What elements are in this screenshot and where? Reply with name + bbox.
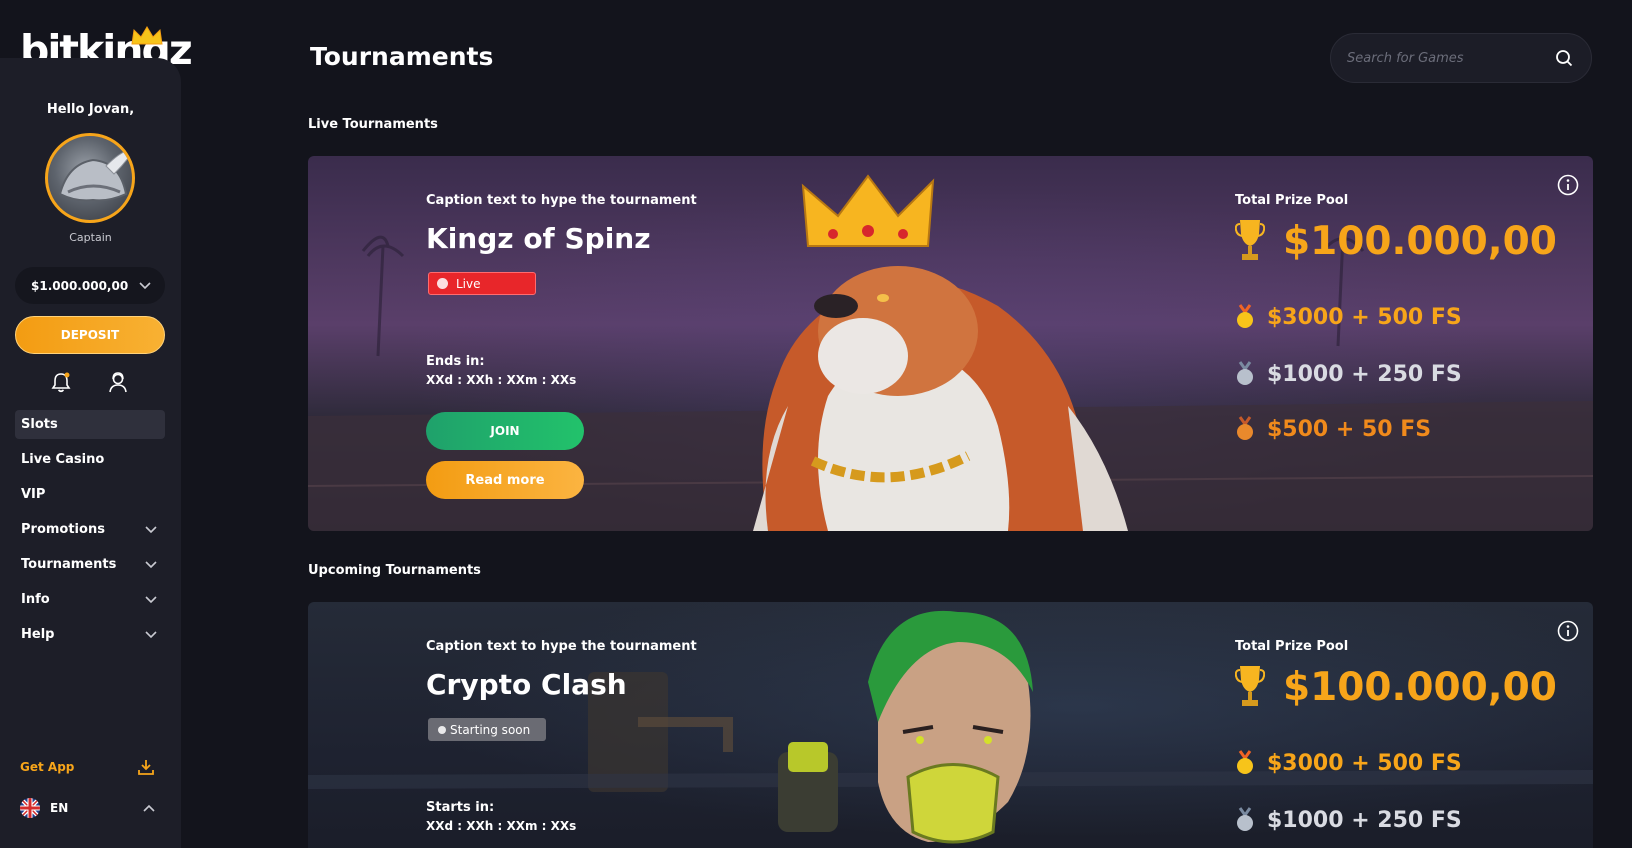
sidebar-nav: Slots Live Casino VIP Promotions Tournam… bbox=[15, 410, 165, 655]
prize-second: $1000 + 250 FS bbox=[1235, 361, 1462, 387]
prize-amount: $3000 + 500 FS bbox=[1267, 750, 1462, 776]
timer-label: Ends in: bbox=[426, 354, 485, 369]
nav-label: Info bbox=[21, 592, 50, 607]
sidebar-item-help[interactable]: Help bbox=[15, 620, 165, 649]
trophy-icon bbox=[1235, 220, 1265, 260]
nav-label: Slots bbox=[21, 417, 58, 432]
get-app-label: Get App bbox=[20, 760, 75, 774]
sidebar-item-live-casino[interactable]: Live Casino bbox=[15, 445, 165, 474]
starting-soon-badge: Starting soon bbox=[428, 718, 546, 741]
tournament-caption: Caption text to hype the tournament bbox=[426, 639, 697, 654]
live-tournament-card: Caption text to hype the tournament King… bbox=[308, 156, 1593, 531]
silver-medal-icon bbox=[1237, 361, 1253, 385]
chevron-down-icon bbox=[139, 281, 151, 289]
nav-label: VIP bbox=[21, 487, 46, 502]
search-input[interactable] bbox=[1347, 50, 1555, 66]
pirate-hat-icon bbox=[58, 149, 132, 202]
live-tournaments-heading: Live Tournaments bbox=[308, 117, 438, 132]
prize-amount: $1000 + 250 FS bbox=[1267, 807, 1462, 833]
chevron-down-icon bbox=[145, 560, 157, 568]
nav-label: Live Casino bbox=[21, 452, 105, 467]
tournament-caption: Caption text to hype the tournament bbox=[426, 193, 697, 208]
info-icon[interactable] bbox=[1557, 620, 1579, 642]
balance-value: $1.000.000,00 bbox=[31, 278, 129, 293]
sidebar-item-slots[interactable]: Slots bbox=[15, 410, 165, 439]
trophy-icon bbox=[1235, 666, 1265, 706]
deposit-button[interactable]: DEPOSIT bbox=[15, 316, 165, 354]
prize-first: $3000 + 500 FS bbox=[1235, 750, 1462, 776]
prize-amount: $3000 + 500 FS bbox=[1267, 304, 1462, 330]
nav-label: Promotions bbox=[21, 522, 105, 537]
sidebar-item-tournaments[interactable]: Tournaments bbox=[15, 550, 165, 579]
status-dot-icon bbox=[438, 725, 446, 734]
live-dot-icon bbox=[437, 278, 448, 289]
silver-medal-icon bbox=[1237, 807, 1253, 831]
countdown-timer: XXd : XXh : XXm : XXs bbox=[426, 373, 577, 387]
greeting: Hello Jovan, bbox=[46, 102, 135, 117]
chevron-down-icon bbox=[145, 525, 157, 533]
crown-icon bbox=[131, 26, 163, 45]
page-title: Tournaments bbox=[310, 42, 494, 71]
sidebar: Hello Jovan, Captain $1.000.000,00 DEPOS… bbox=[0, 58, 181, 848]
avatar[interactable] bbox=[45, 133, 135, 223]
chevron-up-icon bbox=[143, 804, 155, 812]
balance-dropdown[interactable]: $1.000.000,00 bbox=[15, 267, 165, 304]
user-rank: Captain bbox=[69, 231, 112, 244]
language-code: EN bbox=[50, 801, 69, 815]
gold-medal-icon bbox=[1237, 304, 1253, 328]
status-text: Live bbox=[456, 276, 481, 291]
nav-label: Help bbox=[21, 627, 55, 642]
upcoming-tournament-card: Caption text to hype the tournament Cryp… bbox=[308, 602, 1593, 848]
nav-label: Tournaments bbox=[21, 557, 117, 572]
prize-pool: $100.000,00 bbox=[1235, 664, 1557, 710]
upcoming-tournaments-heading: Upcoming Tournaments bbox=[308, 563, 481, 578]
prize-pool: $100.000,00 bbox=[1235, 218, 1557, 264]
timer-label: Starts in: bbox=[426, 800, 495, 815]
live-status-badge: Live bbox=[428, 272, 536, 295]
prize-amount: $1000 + 250 FS bbox=[1267, 361, 1462, 387]
prize-second: $1000 + 250 FS bbox=[1235, 807, 1462, 833]
get-app-link[interactable]: Get App bbox=[20, 758, 155, 776]
countdown-timer: XXd : XXh : XXm : XXs bbox=[426, 819, 577, 833]
chevron-down-icon bbox=[145, 595, 157, 603]
join-button[interactable]: JOIN bbox=[426, 412, 584, 450]
status-text: Starting soon bbox=[450, 722, 531, 737]
prize-pool-amount: $100.000,00 bbox=[1283, 664, 1557, 710]
read-more-button[interactable]: Read more bbox=[426, 461, 584, 499]
prize-first: $3000 + 500 FS bbox=[1235, 304, 1462, 330]
search-icon[interactable] bbox=[1555, 49, 1573, 67]
download-icon bbox=[138, 760, 154, 775]
sidebar-item-info[interactable]: Info bbox=[15, 585, 165, 614]
prize-third: $500 + 50 FS bbox=[1235, 416, 1431, 442]
prize-amount: $500 + 50 FS bbox=[1267, 416, 1432, 442]
info-icon[interactable] bbox=[1557, 174, 1579, 196]
tournament-name: Crypto Clash bbox=[426, 668, 627, 701]
tournament-name: Kingz of Spinz bbox=[426, 222, 651, 255]
sidebar-item-promotions[interactable]: Promotions bbox=[15, 515, 165, 544]
prize-pool-label: Total Prize Pool bbox=[1235, 193, 1349, 208]
search-bar[interactable] bbox=[1330, 33, 1592, 83]
chevron-down-icon bbox=[145, 630, 157, 638]
uk-flag-icon bbox=[20, 798, 40, 818]
bell-icon[interactable] bbox=[50, 371, 72, 393]
sidebar-item-vip[interactable]: VIP bbox=[15, 480, 165, 509]
prize-pool-label: Total Prize Pool bbox=[1235, 639, 1349, 654]
bronze-medal-icon bbox=[1237, 416, 1253, 440]
language-selector[interactable]: EN bbox=[20, 798, 155, 818]
prize-pool-amount: $100.000,00 bbox=[1283, 218, 1557, 264]
support-agent-icon[interactable] bbox=[107, 371, 129, 393]
gold-medal-icon bbox=[1237, 750, 1253, 774]
